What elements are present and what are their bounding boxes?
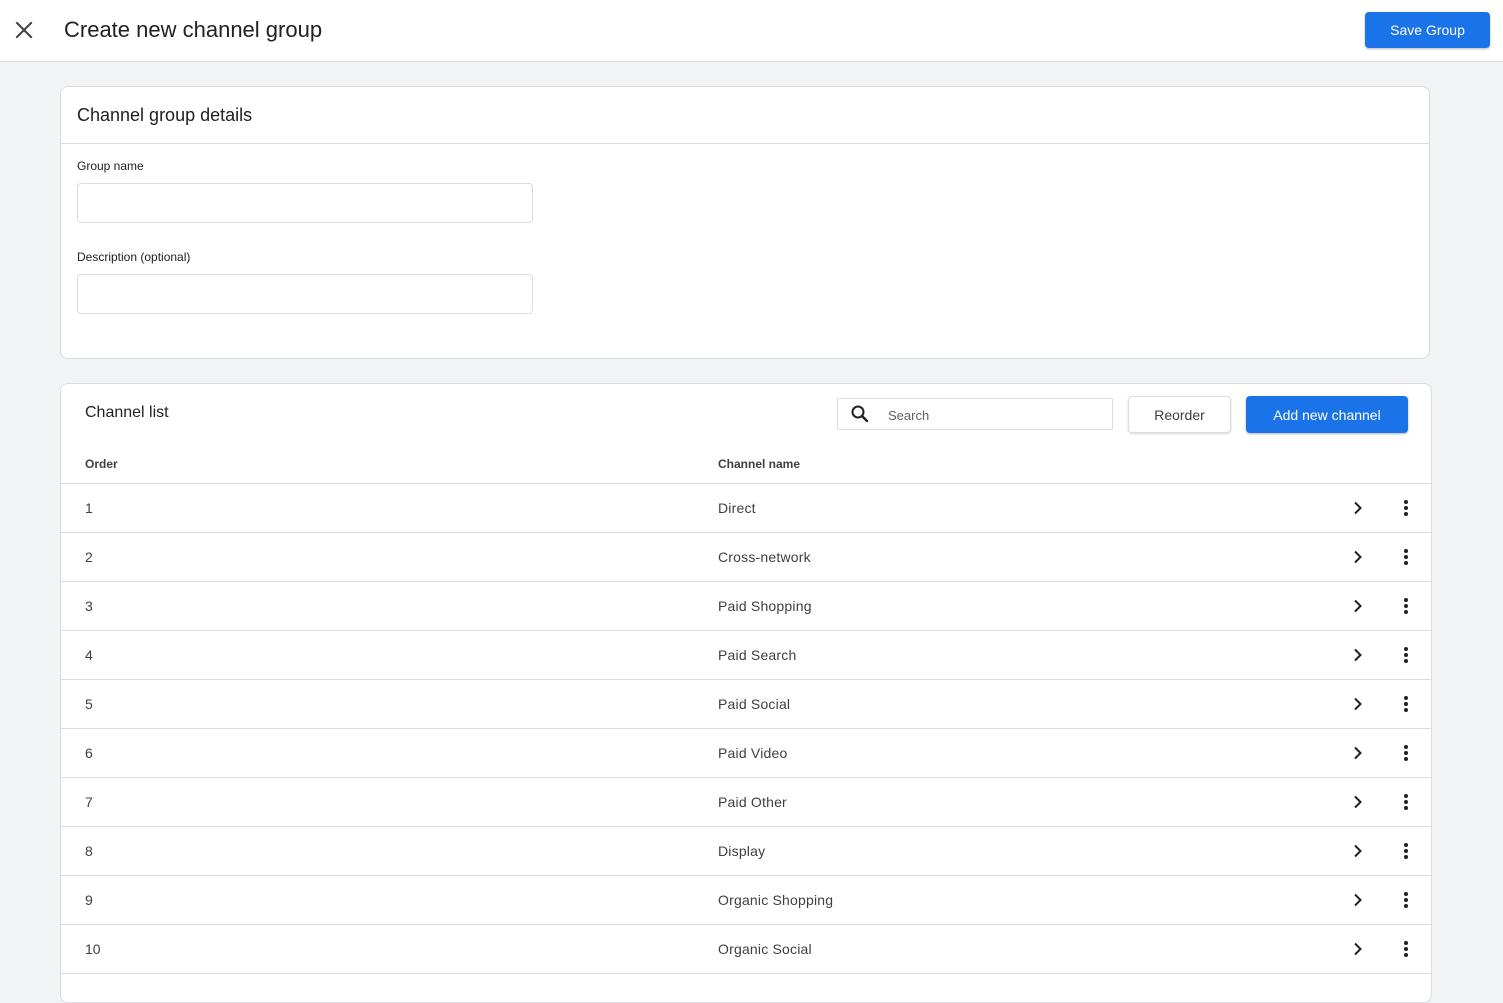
- channel-list-card: Channel list Reorder Add new channel Ord…: [60, 383, 1432, 1003]
- chevron-right-icon[interactable]: [1347, 497, 1369, 519]
- more-vert-icon[interactable]: [1395, 595, 1417, 617]
- more-vert-icon[interactable]: [1395, 546, 1417, 568]
- details-card-title: Channel group details: [61, 87, 1429, 144]
- channel-name-cell: Organic Shopping: [718, 892, 834, 908]
- chevron-right-icon[interactable]: [1347, 791, 1369, 813]
- top-app-bar: Create new channel group Save Group: [0, 0, 1503, 62]
- channel-list-title: Channel list: [85, 404, 169, 421]
- column-header-channel-name: Channel name: [718, 457, 801, 471]
- order-cell: 2: [85, 549, 93, 565]
- more-vert-icon[interactable]: [1395, 889, 1417, 911]
- order-cell: 5: [85, 696, 93, 712]
- more-vert-icon[interactable]: [1395, 693, 1417, 715]
- table-row[interactable]: 6 Paid Video: [61, 729, 1431, 778]
- order-cell: 4: [85, 647, 93, 663]
- table-row[interactable]: 10 Organic Social: [61, 925, 1431, 974]
- order-cell: 6: [85, 745, 93, 761]
- table-row[interactable]: 7 Paid Other: [61, 778, 1431, 827]
- order-cell: 3: [85, 598, 93, 614]
- channel-name-cell: Paid Shopping: [718, 598, 812, 614]
- add-new-channel-button[interactable]: Add new channel: [1246, 396, 1408, 433]
- chevron-right-icon[interactable]: [1347, 693, 1369, 715]
- chevron-right-icon[interactable]: [1347, 546, 1369, 568]
- order-cell: 9: [85, 892, 93, 908]
- chevron-right-icon[interactable]: [1347, 644, 1369, 666]
- channel-name-cell: Cross-network: [718, 549, 811, 565]
- description-input[interactable]: [77, 274, 533, 314]
- table-row[interactable]: 8 Display: [61, 827, 1431, 876]
- channel-name-cell: Paid Search: [718, 647, 797, 663]
- table-row[interactable]: 2 Cross-network: [61, 533, 1431, 582]
- chevron-right-icon[interactable]: [1347, 742, 1369, 764]
- order-cell: 10: [85, 941, 101, 957]
- reorder-button[interactable]: Reorder: [1128, 396, 1231, 433]
- search-icon: [851, 405, 869, 423]
- table-row[interactable]: 9 Organic Shopping: [61, 876, 1431, 925]
- close-button[interactable]: [10, 16, 38, 44]
- close-icon: [15, 21, 33, 39]
- chevron-right-icon[interactable]: [1347, 595, 1369, 617]
- table-row[interactable]: 1 Direct: [61, 484, 1431, 533]
- search-input[interactable]: [888, 403, 1104, 427]
- page-title: Create new channel group: [64, 17, 323, 42]
- channel-name-cell: Paid Social: [718, 696, 791, 712]
- more-vert-icon[interactable]: [1395, 644, 1417, 666]
- table-row[interactable]: 5 Paid Social: [61, 680, 1431, 729]
- channel-name-cell: Direct: [718, 500, 756, 516]
- more-vert-icon[interactable]: [1395, 938, 1417, 960]
- group-name-label: Group name: [77, 159, 144, 173]
- chevron-right-icon[interactable]: [1347, 889, 1369, 911]
- channel-name-cell: Organic Social: [718, 941, 812, 957]
- more-vert-icon[interactable]: [1395, 840, 1417, 862]
- save-group-button[interactable]: Save Group: [1365, 12, 1490, 48]
- more-vert-icon[interactable]: [1395, 497, 1417, 519]
- order-cell: 7: [85, 794, 93, 810]
- channel-name-cell: Paid Other: [718, 794, 787, 810]
- order-cell: 1: [85, 500, 93, 516]
- description-label: Description (optional): [77, 250, 191, 264]
- channel-name-cell: Paid Video: [718, 745, 788, 761]
- channel-table-body: 1 Direct 2 Cross-network 3 Paid Shopping 4 Paid…: [61, 483, 1431, 974]
- more-vert-icon[interactable]: [1395, 742, 1417, 764]
- channel-search-box[interactable]: [837, 398, 1113, 430]
- chevron-right-icon[interactable]: [1347, 938, 1369, 960]
- more-vert-icon[interactable]: [1395, 791, 1417, 813]
- order-cell: 8: [85, 843, 93, 859]
- chevron-right-icon[interactable]: [1347, 840, 1369, 862]
- column-header-order: Order: [85, 457, 118, 471]
- table-row[interactable]: 4 Paid Search: [61, 631, 1431, 680]
- table-row[interactable]: 3 Paid Shopping: [61, 582, 1431, 631]
- group-name-input[interactable]: [77, 183, 533, 223]
- channel-name-cell: Display: [718, 843, 766, 859]
- channel-group-details-card: Channel group details Group name Descrip…: [60, 86, 1430, 359]
